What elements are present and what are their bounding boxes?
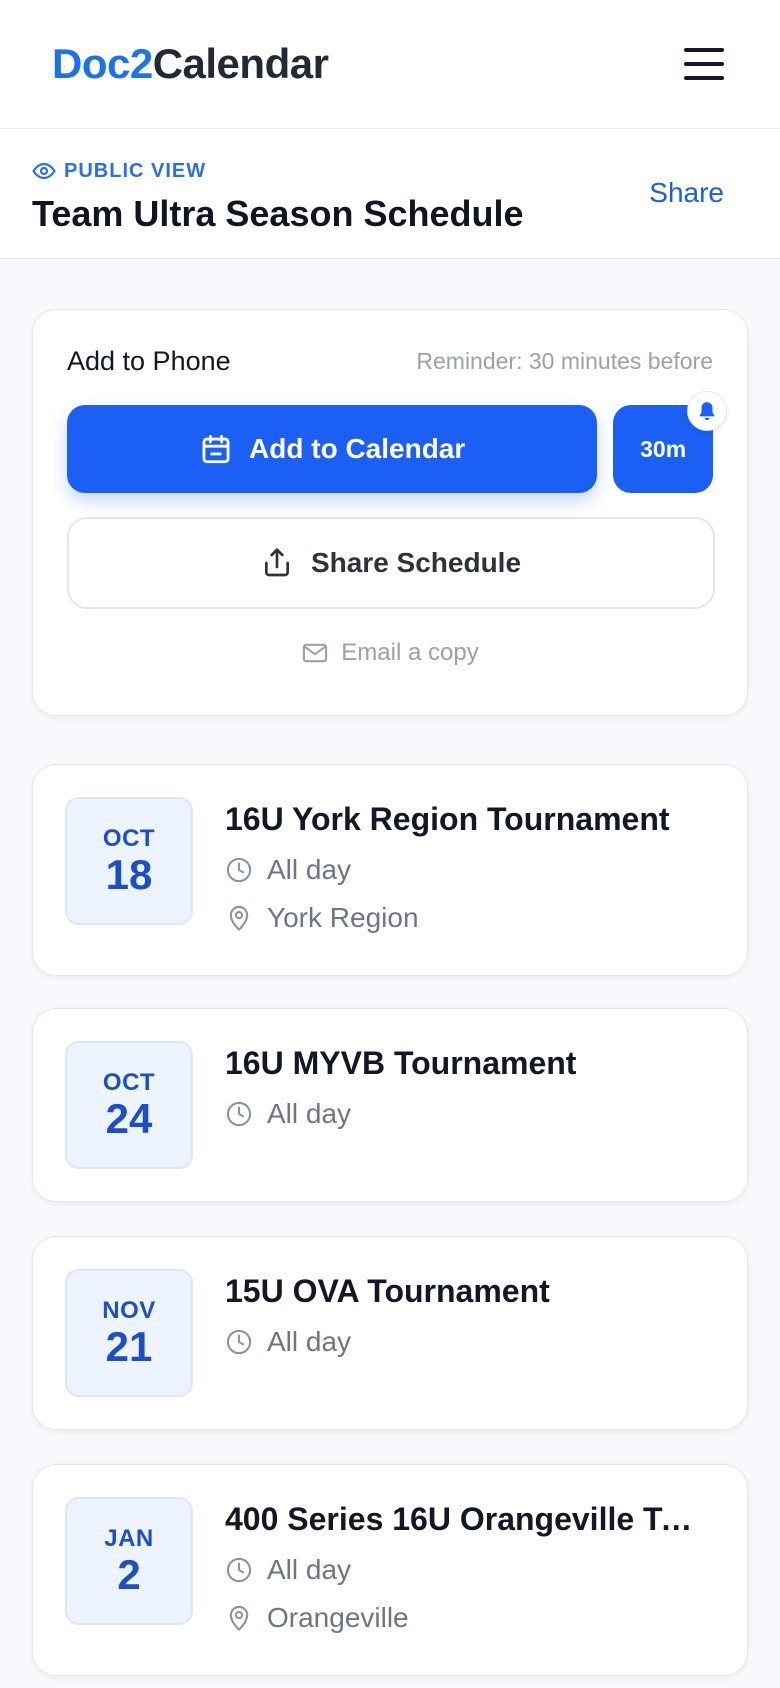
public-view-badge: PUBLIC VIEW [32, 159, 748, 183]
event-month: OCT [102, 824, 156, 852]
event-date-box: JAN 2 [65, 1497, 193, 1625]
top-bar: Doc2 Calendar [0, 0, 780, 129]
app-logo[interactable]: Doc2 Calendar [52, 40, 329, 88]
clock-icon [226, 1557, 252, 1583]
event-location: York Region [267, 902, 419, 933]
event-time-row: All day [225, 1326, 705, 1358]
email-copy-label: Email a copy [341, 639, 479, 666]
event-title: 15U OVA Tournament [225, 1273, 550, 1309]
event-location-row: Orangeville [225, 1602, 705, 1634]
reminder-duration-label: 30m [640, 435, 687, 462]
share-schedule-label: Share Schedule [310, 547, 522, 578]
share-link[interactable]: Share [649, 177, 724, 209]
event-time: All day [267, 1098, 352, 1129]
event-card[interactable]: OCT 18 16U York Region Tournament All da… [32, 764, 748, 976]
add-to-calendar-button[interactable]: Add to Calendar [67, 405, 598, 493]
event-date-box: NOV 21 [65, 1269, 193, 1397]
event-date-box: OCT 24 [65, 1041, 193, 1169]
event-title: 16U York Region Tournament [225, 801, 670, 837]
event-time: All day [267, 1326, 352, 1357]
clock-icon [226, 857, 252, 883]
event-title: 16U MYVB Tournament [225, 1045, 577, 1081]
event-time: All day [267, 1554, 352, 1585]
event-location-row: York Region [225, 902, 705, 934]
hamburger-menu-icon[interactable] [684, 42, 728, 86]
reminder-duration-button[interactable]: 30m [613, 391, 727, 493]
event-date-box: OCT 18 [65, 797, 193, 925]
mail-icon [303, 643, 328, 663]
clock-icon [226, 1101, 252, 1127]
share-schedule-button[interactable]: Share Schedule [67, 517, 715, 609]
eye-icon [32, 162, 56, 180]
email-copy-link[interactable]: Email a copy [67, 639, 713, 667]
event-card[interactable]: OCT 24 16U MYVB Tournament All day [32, 1008, 748, 1202]
public-view-label: PUBLIC VIEW [64, 159, 207, 182]
location-pin-icon [229, 1605, 249, 1631]
schedule-header: PUBLIC VIEW Team Ultra Season Schedule S… [0, 129, 780, 259]
add-to-phone-title: Add to Phone [67, 346, 231, 376]
event-month: JAN [104, 1524, 154, 1552]
location-pin-icon [229, 905, 249, 931]
event-title: 400 Series 16U Orangeville To... [225, 1501, 705, 1537]
event-time: All day [267, 854, 352, 885]
add-to-calendar-label: Add to Calendar [249, 433, 466, 464]
reminder-text: Reminder: 30 minutes before [416, 348, 713, 374]
event-day: 18 [105, 850, 153, 898]
add-to-phone-card: Add to Phone Reminder: 30 minutes before… [32, 309, 748, 716]
event-day: 21 [105, 1322, 153, 1370]
event-card[interactable]: NOV 21 15U OVA Tournament All day [32, 1236, 748, 1430]
logo-part-doc2: Doc2 [52, 40, 153, 87]
calendar-icon [202, 434, 230, 464]
share-upload-icon [264, 548, 289, 577]
event-time-row: All day [225, 854, 705, 886]
event-month: NOV [102, 1296, 156, 1324]
event-time-row: All day [225, 1098, 705, 1130]
event-card[interactable]: JAN 2 400 Series 16U Orangeville To... A… [32, 1464, 748, 1676]
event-day: 2 [117, 1550, 141, 1598]
event-month: OCT [102, 1068, 156, 1096]
page-title: Team Ultra Season Schedule [32, 193, 524, 234]
event-time-row: All day [225, 1554, 705, 1586]
clock-icon [226, 1329, 252, 1355]
logo-part-calendar: Calendar [152, 40, 329, 87]
event-day: 24 [105, 1094, 153, 1142]
bell-icon [687, 391, 727, 431]
event-location: Orangeville [267, 1602, 409, 1633]
